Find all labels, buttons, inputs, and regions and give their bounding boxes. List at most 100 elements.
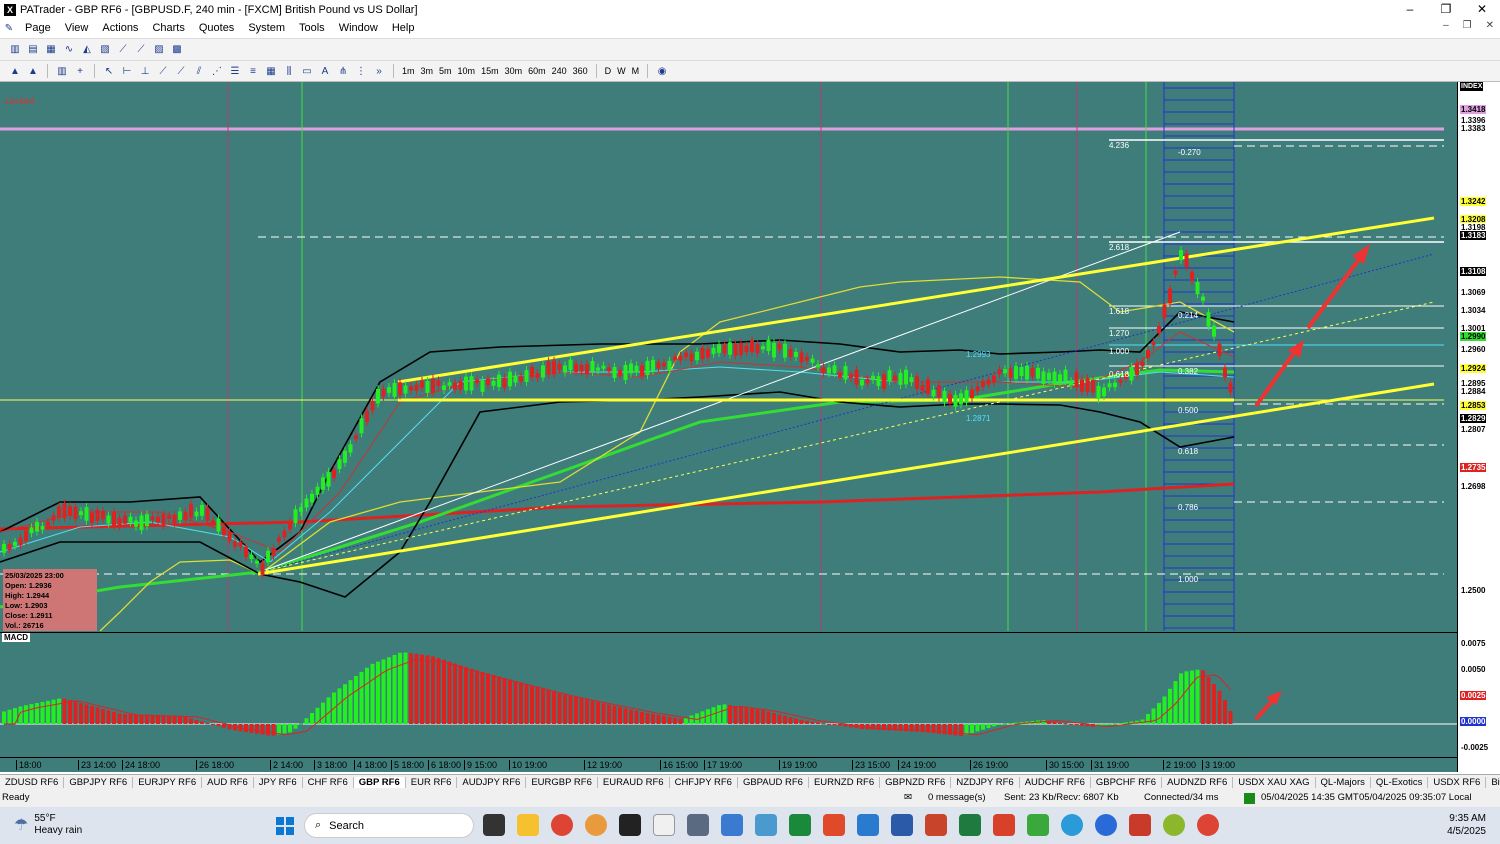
chrome-alt-icon[interactable] <box>1197 814 1219 836</box>
trendline-icon[interactable]: ⟋ <box>155 64 171 78</box>
symbol-tab[interactable]: ZDUSD RF6 <box>0 777 65 788</box>
symbol-tab[interactable]: USDX RF6 <box>1428 777 1487 788</box>
line-chart-icon[interactable]: ∿ <box>61 43 77 57</box>
task-view-icon[interactable] <box>483 814 505 836</box>
symbol-tab[interactable]: AUDCHF RF6 <box>1020 777 1091 788</box>
timeframe-30m[interactable]: 30m <box>505 66 523 76</box>
symbol-tab[interactable]: GBPAUD RF6 <box>738 777 809 788</box>
symbol-tab[interactable]: EUR RF6 <box>406 777 458 788</box>
trading-app-icon[interactable] <box>789 814 811 836</box>
macd-pane[interactable] <box>0 632 1457 757</box>
symbol-tab[interactable]: EURGBP RF6 <box>526 777 598 788</box>
symbol-tab[interactable]: USDX XAU XAG <box>1233 777 1316 788</box>
symbol-tab[interactable]: AUDJPY RF6 <box>457 777 527 788</box>
timeframe-5m[interactable]: 5m <box>439 66 452 76</box>
ray-icon[interactable]: ⟋ <box>173 64 189 78</box>
price-axis[interactable]: INDEX 1.3418 1.3396 1.3383 1.3242 1.3208 1.31… <box>1457 82 1500 772</box>
excel-icon[interactable] <box>959 814 981 836</box>
symbol-tab[interactable]: GBPCHF RF6 <box>1091 777 1163 788</box>
menu-page[interactable]: Page <box>25 22 51 34</box>
symbol-tab[interactable]: EURNZD RF6 <box>809 777 881 788</box>
text-icon[interactable]: A <box>317 64 333 78</box>
clock-icon[interactable]: ◉ <box>654 64 670 78</box>
calculator-icon[interactable] <box>687 814 709 836</box>
symbol-tab[interactable]: CHF RF6 <box>303 777 354 788</box>
timeframe-240[interactable]: 240 <box>552 66 567 76</box>
app-green-icon[interactable] <box>1027 814 1049 836</box>
indicator-icon[interactable]: ▥ <box>54 64 70 78</box>
timeframe-1m[interactable]: 1m <box>402 66 415 76</box>
notes-icon[interactable] <box>721 814 743 836</box>
bar-chart-icon[interactable]: ▥ <box>7 43 23 57</box>
timeframe-w[interactable]: W <box>617 66 626 76</box>
symbol-tab[interactable]: Bitcoin <box>1486 777 1500 788</box>
fib-extension-icon[interactable]: ≡ <box>245 64 261 78</box>
symbol-tab[interactable]: AUD RF6 <box>202 777 254 788</box>
app-s-icon[interactable] <box>823 814 845 836</box>
word-icon[interactable] <box>891 814 913 836</box>
mdi-minimize-icon[interactable]: – <box>1443 20 1449 31</box>
symbol-tab[interactable]: CHFJPY RF6 <box>670 777 738 788</box>
timeframe-m[interactable]: M <box>632 66 640 76</box>
maximize-button[interactable]: ❐ <box>1428 0 1464 19</box>
channel-icon[interactable]: ⫽ <box>191 64 207 78</box>
timeframe-360[interactable]: 360 <box>573 66 588 76</box>
trend-chart-icon[interactable]: ⟋ <box>115 43 131 57</box>
patrader-icon[interactable] <box>653 814 675 836</box>
menu-system[interactable]: System <box>248 22 285 34</box>
volume-chart-icon[interactable]: ▩ <box>169 43 185 57</box>
telegram-icon[interactable] <box>1061 814 1083 836</box>
symbol-tab[interactable]: AUDNZD RF6 <box>1162 777 1234 788</box>
powerpoint-icon[interactable] <box>925 814 947 836</box>
menu-help[interactable]: Help <box>392 22 415 34</box>
taskbar-search[interactable]: ⌕ Search <box>304 813 474 838</box>
more-tools-icon[interactable]: » <box>371 64 387 78</box>
fib-retracement-icon[interactable]: ☰ <box>227 64 243 78</box>
chrome-icon[interactable] <box>551 814 573 836</box>
pointer-icon[interactable]: ↖ <box>101 64 117 78</box>
symbol-tab[interactable]: GBPJPY RF6 <box>64 777 134 788</box>
symbol-tab[interactable]: NZDJPY RF6 <box>951 777 1020 788</box>
app-orange-icon[interactable] <box>585 814 607 836</box>
menu-window[interactable]: Window <box>339 22 378 34</box>
mdi-restore-icon[interactable]: ❐ <box>1463 20 1472 31</box>
timeframe-10m[interactable]: 10m <box>458 66 476 76</box>
symbol-tab[interactable]: QL-Majors <box>1316 777 1371 788</box>
area-chart-icon[interactable]: ◭ <box>79 43 95 57</box>
chart-area[interactable]: Locked 4.236 -0.270 2.618 1.618 0.214 1.… <box>0 82 1500 772</box>
app-w-icon[interactable] <box>1163 814 1185 836</box>
sell-icon[interactable]: ▲ <box>25 64 41 78</box>
close-button[interactable]: ✕ <box>1464 0 1500 19</box>
fxcm-icon[interactable] <box>619 814 641 836</box>
app-bag-icon[interactable] <box>1129 814 1151 836</box>
rectangle-icon[interactable]: ▭ <box>299 64 315 78</box>
snipping-icon[interactable] <box>755 814 777 836</box>
fib-fan-icon[interactable]: ⋰ <box>209 64 225 78</box>
menu-quotes[interactable]: Quotes <box>199 22 234 34</box>
symbol-tab[interactable]: QL-Exotics <box>1371 777 1429 788</box>
symbol-tab[interactable]: JPY RF6 <box>254 777 303 788</box>
timeframe-60m[interactable]: 60m <box>528 66 546 76</box>
vertical-line-icon[interactable]: ⊥ <box>137 64 153 78</box>
mdi-close-icon[interactable]: ✕ <box>1486 20 1494 31</box>
file-explorer-icon[interactable] <box>517 814 539 836</box>
menu-charts[interactable]: Charts <box>152 22 184 34</box>
menu-actions[interactable]: Actions <box>102 22 138 34</box>
speed-lines-icon[interactable]: ⋮ <box>353 64 369 78</box>
taskbar-clock[interactable]: 9:35 AM 4/5/2025 <box>1447 812 1486 838</box>
heikin-chart-icon[interactable]: ▧ <box>97 43 113 57</box>
crosshair-icon[interactable]: + <box>72 64 88 78</box>
symbol-tab[interactable]: EURJPY RF6 <box>133 777 203 788</box>
pitchfork-icon[interactable]: ⋔ <box>335 64 351 78</box>
horizontal-line-icon[interactable]: ⊢ <box>119 64 135 78</box>
zoom-icon[interactable] <box>1095 814 1117 836</box>
hlc-chart-icon[interactable]: ▦ <box>43 43 59 57</box>
timeframe-d[interactable]: D <box>605 66 612 76</box>
app-red-icon[interactable] <box>993 814 1015 836</box>
symbol-tab[interactable]: GBP RF6 <box>353 777 406 788</box>
cycle-lines-icon[interactable]: ⫼ <box>281 64 297 78</box>
renko-icon[interactable]: ▨ <box>151 43 167 57</box>
point-figure-icon[interactable]: ⟋ <box>133 43 149 57</box>
candle-chart-icon[interactable]: ▤ <box>25 43 41 57</box>
windows-start-icon[interactable] <box>276 817 294 835</box>
